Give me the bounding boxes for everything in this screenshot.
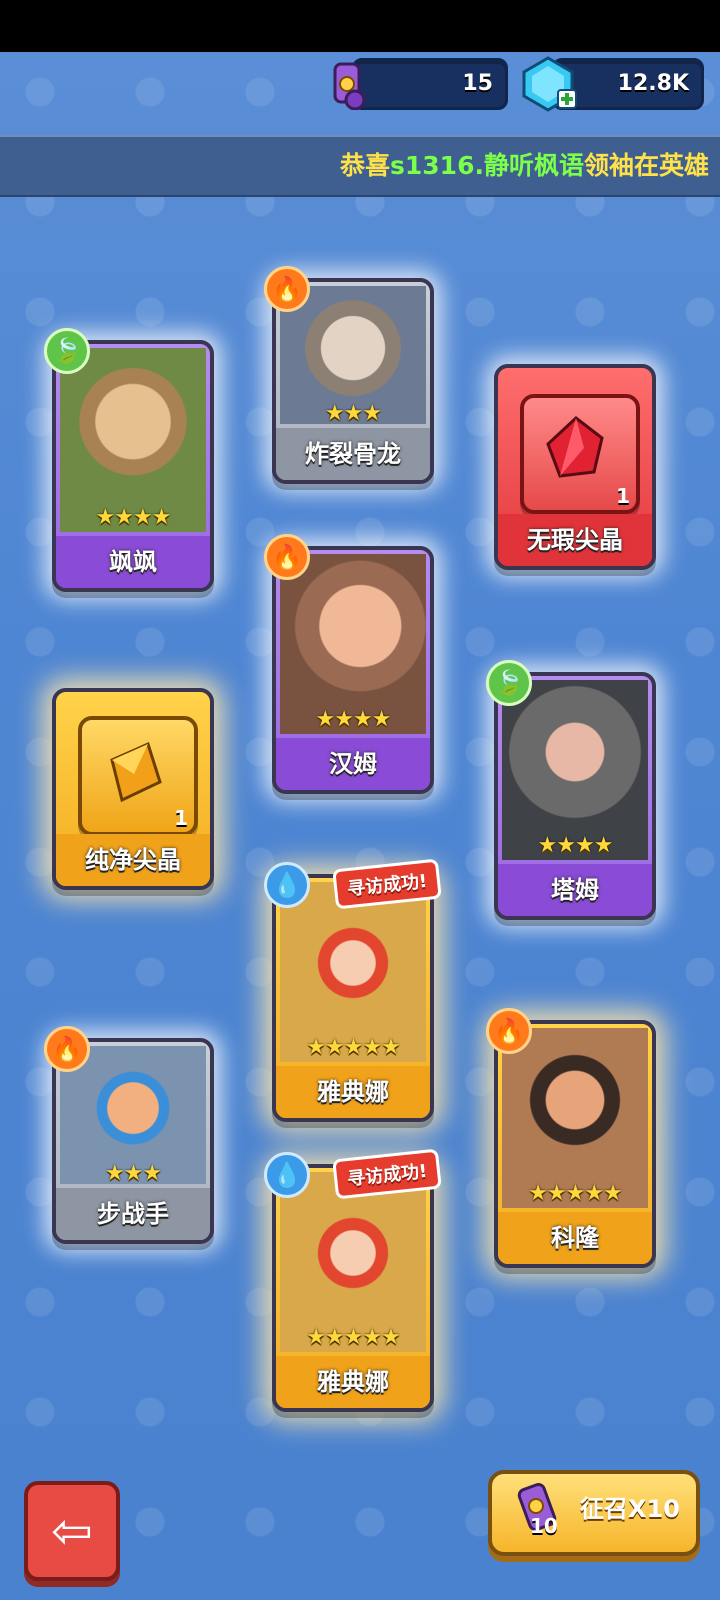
scroll-count: 15 <box>462 71 493 96</box>
gem-icon <box>518 54 580 114</box>
hero-card-athena-1[interactable]: ★★★★★ 雅典娜 💧 寻访成功! <box>264 858 442 1122</box>
gem-count: 12.8K <box>617 71 689 96</box>
hero-card-tam[interactable]: ★★★★ 塔姆 🍃 <box>486 660 656 920</box>
scroll-currency[interactable]: 15 <box>352 58 508 110</box>
fire-element-icon: 🔥 <box>486 1008 532 1054</box>
fire-element-icon: 🔥 <box>264 266 310 312</box>
ticker-player: s1316.静听枫语 <box>390 151 584 180</box>
recruit-scroll-count: 10 <box>530 1514 558 1538</box>
hero-card-infantry[interactable]: ★★★ 步战手 🔥 <box>44 1026 214 1244</box>
star-rating: ★★★★ <box>95 505 172 530</box>
spinel-gold-item: 1 <box>78 716 198 836</box>
hero-name: 雅典娜 <box>276 1066 430 1118</box>
item-name: 无瑕尖晶 <box>498 514 652 566</box>
star-rating: ★★★ <box>104 1161 162 1186</box>
ticker-text: 恭喜s1316.静听枫语领袖在英雄 <box>340 137 709 195</box>
hero-name: 汉姆 <box>276 738 430 790</box>
star-rating: ★★★★ <box>537 833 614 858</box>
gold-gem-icon <box>110 741 162 803</box>
hero-name: 飒飒 <box>56 536 210 588</box>
star-rating: ★★★★★ <box>306 1035 401 1060</box>
hero-name: 雅典娜 <box>276 1356 430 1408</box>
status-bar <box>0 0 720 52</box>
ticker-suffix: 领袖在英雄 <box>583 151 709 180</box>
card-frame: ★★★★ 塔姆 <box>494 672 656 920</box>
card-frame: 1 纯净尖晶 <box>52 688 214 890</box>
hero-card-athena-2[interactable]: ★★★★★ 雅典娜 💧 寻访成功! <box>264 1148 442 1412</box>
spinel-red-item: 1 <box>520 394 640 514</box>
star-rating: ★★★★★ <box>306 1325 401 1350</box>
hero-name: 炸裂骨龙 <box>276 428 430 480</box>
star-rating: ★★★ <box>324 401 382 426</box>
recruit-label: 征召X10 <box>580 1495 680 1523</box>
card-frame: ★★★★★ 雅典娜 <box>272 1164 434 1412</box>
star-rating: ★★★★★ <box>528 1181 623 1206</box>
item-quantity: 1 <box>616 484 630 508</box>
card-frame: ★★★★★ 雅典娜 <box>272 874 434 1122</box>
back-arrow-icon: ⇦ <box>51 1502 93 1560</box>
hero-name: 塔姆 <box>498 864 652 916</box>
card-frame: ★★★★★ 科隆 <box>494 1020 656 1268</box>
card-frame: 1 无瑕尖晶 <box>494 364 656 570</box>
item-quantity: 1 <box>174 806 188 830</box>
red-gem-icon <box>546 416 604 478</box>
recruit-x10-button[interactable]: 10 征召X10 <box>488 1470 700 1556</box>
card-frame: ★★★★ 汉姆 <box>272 546 434 794</box>
announcement-ticker: 恭喜s1316.静听枫语领袖在英雄 <box>0 135 720 197</box>
item-name: 纯净尖晶 <box>56 834 210 886</box>
item-card-pure-spinel[interactable]: 1 纯净尖晶 <box>52 688 214 890</box>
hero-name: 步战手 <box>56 1188 210 1240</box>
hero-card-bone-dragon[interactable]: ★★★ 炸裂骨龙 🔥 <box>264 266 434 484</box>
scroll-icon <box>325 56 375 111</box>
hero-name: 科隆 <box>498 1212 652 1264</box>
fire-element-icon: 🔥 <box>264 534 310 580</box>
leaf-element-icon: 🍃 <box>44 328 90 374</box>
ticker-prefix: 恭喜 <box>340 151 391 180</box>
item-card-flawless-spinel[interactable]: 1 无瑕尖晶 <box>494 364 656 570</box>
hero-card-kelong[interactable]: ★★★★★ 科隆 🔥 <box>486 1008 656 1268</box>
water-element-icon: 💧 <box>264 862 310 908</box>
star-rating: ★★★★ <box>315 707 392 732</box>
hero-card-sasa[interactable]: ★★★★ 飒飒 🍃 <box>44 328 214 592</box>
fire-element-icon: 🔥 <box>44 1026 90 1072</box>
water-element-icon: 💧 <box>264 1152 310 1198</box>
card-frame: ★★★★ 飒飒 <box>52 340 214 592</box>
back-button[interactable]: ⇦ <box>24 1481 120 1581</box>
hero-card-ham[interactable]: ★★★★ 汉姆 🔥 <box>264 534 434 794</box>
leaf-element-icon: 🍃 <box>486 660 532 706</box>
